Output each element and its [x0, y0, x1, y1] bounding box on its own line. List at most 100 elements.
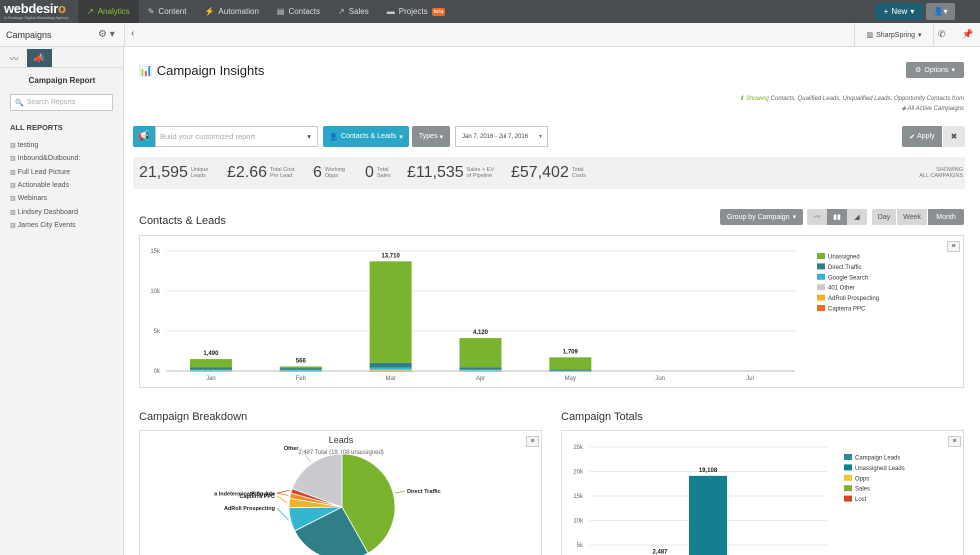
bar-segment[interactable] — [459, 369, 502, 371]
search-reports-input[interactable]: 🔍 Search Reports — [10, 94, 113, 111]
campaign-totals-title: Campaign Totals — [561, 411, 643, 423]
report-icon: ▥ — [10, 183, 16, 190]
bar-chart-icon: 📊 — [139, 65, 153, 77]
gear-icon[interactable]: ⚙ ▾ — [98, 29, 115, 40]
totals-bar[interactable] — [689, 475, 727, 555]
bar-segment[interactable] — [459, 367, 502, 370]
bar-segment[interactable] — [369, 261, 412, 363]
bar-segment[interactable] — [459, 338, 502, 368]
x-tick-label: Feb — [296, 376, 307, 382]
contacts-leads-dropdown[interactable]: 👤 Contacts & Leads ▾ — [323, 126, 409, 147]
stat-value: 21,595 — [139, 164, 188, 181]
bar-segment[interactable] — [459, 370, 502, 372]
stats-scope: SHOWING ALL CAMPAIGNS — [919, 167, 963, 179]
megaphone-icon[interactable]: 📢 — [133, 126, 155, 147]
page-title: 📊 Campaign Insights — [139, 63, 265, 78]
x-tick-label: Jan — [206, 376, 216, 382]
pie-slice-label: Other — [284, 446, 300, 452]
bar-segment[interactable] — [279, 369, 322, 371]
gear-icon: ⚙ — [915, 67, 922, 74]
showing-description: ⬇ Showing Contacts, Qualified Leads, Unq… — [739, 96, 964, 112]
pie-connector — [276, 495, 288, 504]
bar-segment[interactable] — [549, 357, 592, 370]
chart-menu-icon[interactable]: ≡ — [948, 436, 961, 447]
date-range-picker[interactable]: Jan 7, 2016 - Jul 7, 2016 ▾ — [455, 126, 548, 147]
group-by-dropdown[interactable]: Group by Campaign ▾ — [720, 209, 803, 225]
sidebar-report-item[interactable]: ▥ Lindsey Dashboard — [10, 205, 80, 218]
nav-item-automation[interactable]: ⚡ Automation — [195, 0, 267, 23]
y-tick-label: 5k — [154, 329, 161, 335]
x-tick-label: Mar — [385, 376, 395, 382]
nav-item-contacts[interactable]: ▤ Contacts — [268, 0, 329, 23]
bar-segment[interactable] — [549, 370, 592, 372]
bar-segment[interactable] — [369, 369, 412, 371]
pie-title: Leads — [329, 435, 354, 445]
nav-item-projects[interactable]: ▬ Projects beta — [378, 0, 455, 23]
legend-label: AdRoll Prospecting — [828, 296, 879, 302]
nav-item-content[interactable]: ✎ Content — [139, 0, 196, 23]
user-menu-button[interactable]: 👤▾ — [926, 3, 955, 20]
bar-segment[interactable] — [369, 367, 412, 370]
types-dropdown[interactable]: Types ▾ — [412, 126, 450, 147]
y-tick-label: 10k — [573, 519, 584, 525]
apply-button[interactable]: ✔ Apply — [902, 126, 942, 147]
bar-segment[interactable] — [189, 369, 232, 371]
analytics-tab-icon[interactable]: 〰 — [4, 50, 24, 67]
stat-item: 21,595 Unique Leads — [139, 157, 208, 189]
sidebar-report-item[interactable]: ▥ Inbound&Outbound: — [10, 152, 80, 165]
brand-logo[interactable]: webdesiro A Strategic Digital Marketing … — [0, 0, 78, 23]
sidebar-report-item[interactable]: ▥ James City Events — [10, 219, 80, 232]
sidebar-report-item[interactable]: ▥ testing — [10, 139, 80, 152]
nav-item-sales[interactable]: ↗ Sales — [329, 0, 378, 23]
sales-icon: ↗ — [338, 7, 345, 16]
bar-segment[interactable] — [189, 359, 232, 368]
stat-label: Working Opps — [324, 167, 345, 179]
legend-label: Google Search — [828, 275, 868, 281]
new-button[interactable]: + New ▾ — [875, 3, 923, 20]
sidebar-report-item[interactable]: ▥ Actionable leads — [10, 179, 80, 192]
phone-icon[interactable]: ✆ — [938, 29, 946, 40]
bar-segment[interactable] — [279, 368, 322, 370]
bar-segment[interactable] — [189, 367, 232, 370]
report-builder-select[interactable]: Build your customized report ▾ — [155, 126, 318, 147]
chart-menu-icon[interactable]: ≡ — [947, 241, 960, 252]
legend-label: Campaign Leads — [855, 456, 900, 462]
legend-swatch — [844, 485, 852, 492]
period-month-button[interactable]: Month — [928, 209, 964, 225]
folder-icon: ▬ — [386, 7, 395, 16]
bar-segment[interactable] — [369, 370, 412, 372]
clear-button[interactable]: ✖ — [943, 126, 965, 147]
bar-segment[interactable] — [369, 362, 412, 368]
legend-swatch — [844, 454, 852, 460]
report-icon: ▥ — [10, 169, 16, 176]
campaign-tab-icon[interactable]: 📣 — [27, 49, 52, 67]
sidebar-report-item[interactable]: ▥ Webinars — [10, 192, 80, 205]
sidebar-report-label: Webinars — [17, 195, 48, 203]
sidebar-report-item[interactable]: ▥ Full Lead Picture — [10, 166, 80, 179]
account-switcher[interactable]: ▥ SharpSpring ▾ — [854, 23, 934, 47]
nav-item-label: Content — [158, 7, 187, 16]
collapse-sidebar-icon[interactable]: ‹ — [131, 28, 134, 39]
line-chart-toggle[interactable]: 〰 — [807, 209, 827, 225]
bar-segment[interactable] — [549, 369, 592, 371]
stat-value: £11,535 — [407, 164, 464, 181]
nav-item-analytics[interactable]: ↗ Analytics — [78, 0, 139, 23]
options-button[interactable]: ⚙ Options ▾ — [906, 62, 964, 78]
nav-item-label: Projects — [398, 7, 428, 16]
period-day-button[interactable]: Day — [872, 209, 896, 225]
contacts-leads-title: Contacts & Leads — [139, 215, 226, 227]
pin-icon[interactable]: 📌 — [962, 29, 973, 40]
legend-label: Sales — [855, 487, 870, 493]
beta-badge: beta — [431, 7, 446, 16]
area-chart-toggle[interactable]: ◢ — [847, 209, 867, 225]
bar-segment[interactable] — [279, 366, 322, 369]
x-tick-label: Apr — [476, 376, 485, 382]
chart-menu-icon[interactable]: ≡ — [526, 436, 539, 447]
nav-item-label: Automation — [218, 7, 259, 16]
sidebar-report-label: Actionable leads — [17, 182, 70, 190]
period-week-button[interactable]: Week — [897, 209, 927, 225]
pencil-icon: ✎ — [147, 7, 155, 16]
bar-chart-toggle[interactable]: ▮▮ — [827, 209, 847, 225]
report-icon: ▥ — [10, 143, 16, 150]
legend-label: Direct Traffic — [828, 265, 862, 271]
